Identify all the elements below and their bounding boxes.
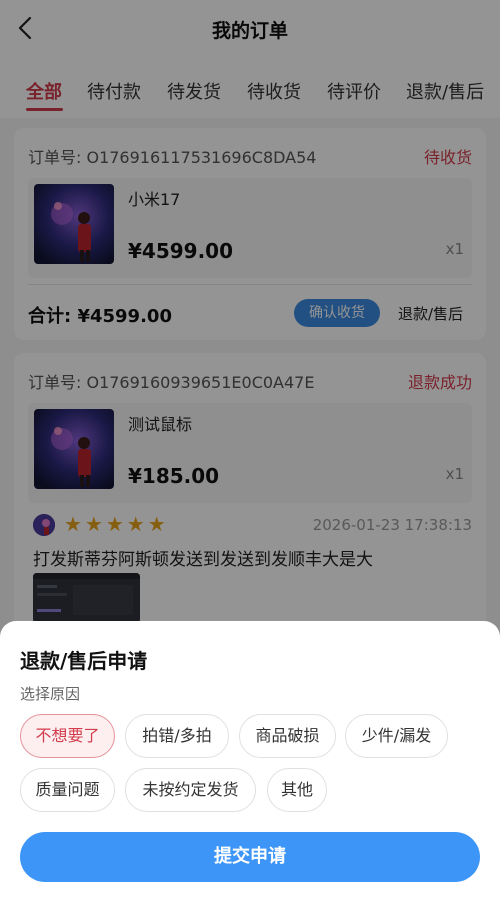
reason-chip-selected[interactable]: 不想要了 (20, 714, 115, 758)
reason-chip[interactable]: 未按约定发货 (125, 768, 256, 812)
refund-request-sheet: 退款/售后申请 选择原因 不想要了 拍错/多拍 商品破损 少件/漏发 质量问题 … (0, 621, 500, 902)
reason-chip[interactable]: 其他 (267, 768, 327, 812)
reason-chip[interactable]: 质量问题 (20, 768, 115, 812)
reason-chip[interactable]: 少件/漏发 (345, 714, 448, 758)
reason-chip[interactable]: 拍错/多拍 (125, 714, 229, 758)
submit-request-button[interactable]: 提交申请 (20, 832, 480, 882)
reason-chip[interactable]: 商品破损 (239, 714, 336, 758)
sheet-title: 退款/售后申请 (20, 649, 148, 673)
reason-label: 选择原因 (20, 685, 81, 703)
